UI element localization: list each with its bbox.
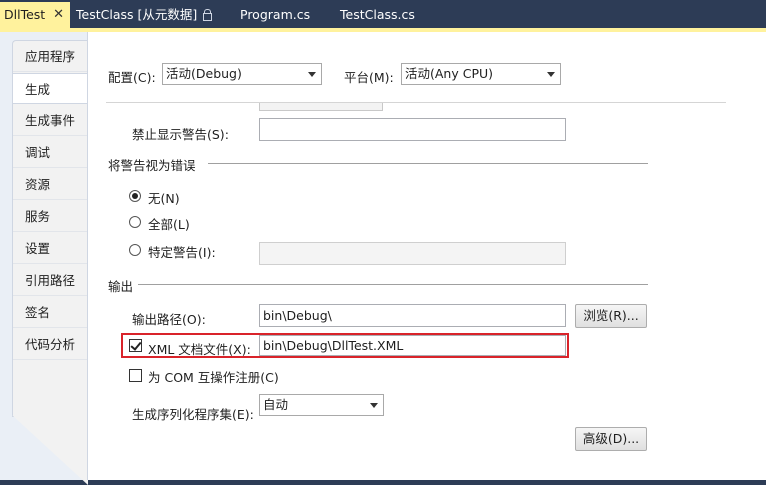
- output-header-line: [138, 284, 648, 285]
- platform-value: 活动(Any CPU): [405, 66, 494, 81]
- tab-label: DllTest: [4, 7, 46, 22]
- properties-sidebar: 应用程序 生成 生成事件 调试 资源 服务 设置 引用路径 签名 代码分析: [12, 40, 89, 417]
- build-settings-panel: 配置(C): 活动(Debug) 平台(M): 活动(Any CPU) 禁止显示…: [87, 32, 766, 480]
- config-dropdown[interactable]: 活动(Debug): [162, 63, 322, 85]
- document-tab-strip: DllTest ✕ TestClass [从元数据] Program.cs Te…: [0, 0, 766, 32]
- sidebar-item-build-events[interactable]: 生成事件: [13, 105, 87, 136]
- chevron-down-icon: [370, 403, 378, 408]
- serialization-label: 生成序列化程序集(E):: [132, 407, 254, 422]
- project-properties-page: 应用程序 生成 生成事件 调试 资源 服务 设置 引用路径 签名 代码分析 配置…: [0, 32, 766, 485]
- treat-warnings-line: [208, 163, 648, 164]
- chevron-down-icon: [547, 72, 555, 77]
- config-value: 活动(Debug): [166, 66, 242, 81]
- tab-label: TestClass [从元数据]: [76, 7, 198, 22]
- sidebar-item-settings[interactable]: 设置: [13, 233, 87, 264]
- sidebar-item-signing[interactable]: 签名: [13, 297, 87, 328]
- output-path-label: 输出路径(O):: [132, 312, 206, 327]
- output-header: 输出: [108, 279, 134, 294]
- com-register-checkbox[interactable]: [129, 369, 142, 382]
- sidebar-item-build[interactable]: 生成: [13, 73, 89, 104]
- sidebar-item-debug[interactable]: 调试: [13, 137, 87, 168]
- tab-testclass-metadata[interactable]: TestClass [从元数据]: [76, 2, 213, 28]
- tab-label: Program.cs: [240, 7, 311, 22]
- xml-doc-checkbox[interactable]: [129, 339, 142, 352]
- radio-specific-label: 特定警告(I):: [148, 245, 216, 260]
- specific-warnings-input[interactable]: [259, 242, 566, 265]
- radio-none[interactable]: [129, 190, 141, 202]
- xml-doc-input[interactable]: bin\Debug\DllTest.XML: [259, 335, 566, 356]
- sidebar-tail: [12, 415, 88, 485]
- chevron-down-icon: [308, 72, 316, 77]
- sidebar-item-reference-paths[interactable]: 引用路径: [13, 265, 87, 296]
- sidebar-item-application[interactable]: 应用程序: [13, 41, 87, 72]
- tab-label: TestClass.cs: [340, 7, 415, 22]
- sidebar-item-services[interactable]: 服务: [13, 201, 87, 232]
- browse-button[interactable]: 浏览(R)...: [575, 304, 647, 328]
- suppress-warnings-input[interactable]: [259, 118, 566, 141]
- advanced-button[interactable]: 高级(D)...: [575, 427, 647, 451]
- treat-warnings-header: 将警告视为错误: [108, 158, 196, 173]
- tab-dlltest[interactable]: DllTest ✕: [0, 2, 70, 28]
- com-register-label: 为 COM 互操作注册(C): [148, 370, 279, 385]
- xml-doc-label: XML 文档文件(X):: [148, 342, 251, 357]
- lock-icon: [203, 9, 213, 21]
- suppress-warnings-label: 禁止显示警告(S):: [132, 127, 229, 142]
- serialization-value: 自动: [263, 397, 289, 412]
- output-path-input[interactable]: bin\Debug\: [259, 304, 566, 327]
- platform-label: 平台(M):: [344, 70, 394, 85]
- sidebar-item-resources[interactable]: 资源: [13, 169, 87, 200]
- config-label: 配置(C):: [108, 70, 156, 85]
- radio-none-label: 无(N): [148, 191, 180, 206]
- tab-testclass-cs[interactable]: TestClass.cs: [340, 2, 415, 28]
- tab-program-cs[interactable]: Program.cs: [240, 2, 310, 28]
- radio-specific[interactable]: [129, 244, 141, 256]
- sidebar-item-code-analysis[interactable]: 代码分析: [13, 329, 87, 360]
- platform-dropdown[interactable]: 活动(Any CPU): [401, 63, 561, 85]
- header-separator: [106, 102, 726, 103]
- serialization-dropdown[interactable]: 自动: [259, 394, 384, 416]
- scrolled-control-edge: [259, 103, 383, 111]
- radio-all-label: 全部(L): [148, 217, 190, 232]
- radio-all[interactable]: [129, 216, 141, 228]
- close-icon[interactable]: ✕: [53, 2, 64, 28]
